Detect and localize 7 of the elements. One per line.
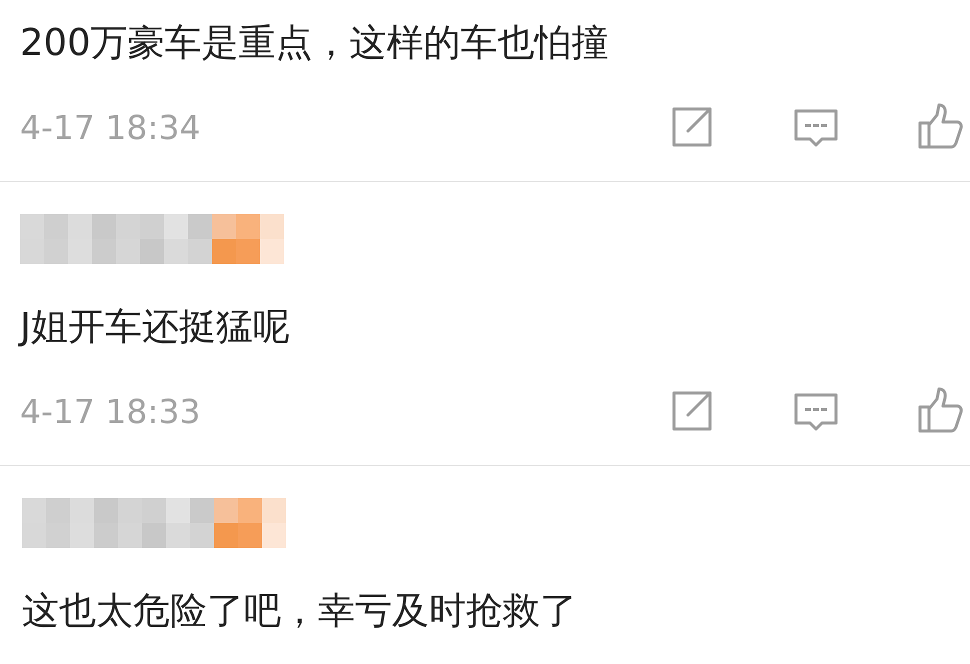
thumbs-up-icon[interactable]	[916, 387, 964, 435]
comment-text: 这也太危险了吧，幸亏及时抢救了	[22, 588, 578, 634]
comment-time: 4-17 18:33	[20, 392, 202, 430]
comment-time: 4-17 18:34	[20, 108, 202, 146]
thumbs-up-icon[interactable]	[916, 103, 964, 151]
comment-text: 200万豪车是重点，这样的车也怕撞	[20, 20, 610, 66]
comment-text: J姐开车还挺猛呢	[20, 304, 291, 350]
